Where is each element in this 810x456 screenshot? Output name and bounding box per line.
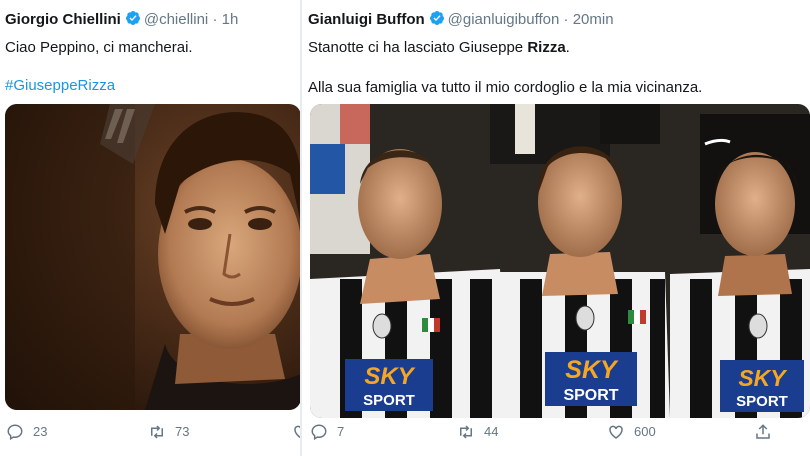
- sponsor-badge-center: SKY SPORT: [545, 352, 637, 406]
- reply-button[interactable]: 7: [310, 423, 344, 441]
- text-prefix: Stanotte ci ha lasciato Giuseppe: [308, 39, 528, 56]
- share-icon: [756, 424, 770, 439]
- reply-button[interactable]: 23: [6, 423, 47, 441]
- tweet-photo[interactable]: [5, 104, 300, 410]
- reply-icon: [311, 424, 327, 441]
- author-handle[interactable]: @gianluigibuffon: [448, 11, 560, 28]
- tweet-header: Giorgio Chiellini @chiellini · 1h: [5, 10, 238, 28]
- tweet-photo[interactable]: SKY SPORT SKY SPORT SKY SPORT: [310, 104, 810, 418]
- share-button[interactable]: [754, 423, 781, 441]
- retweet-button[interactable]: 73: [148, 423, 189, 441]
- tweet-text: Ciao Peppino, ci mancherai.: [5, 39, 193, 56]
- heart-icon: [294, 425, 300, 439]
- sponsor-badge-left: SKY SPORT: [345, 359, 433, 411]
- svg-text:SKY: SKY: [738, 365, 788, 391]
- svg-text:SKY: SKY: [565, 356, 619, 384]
- hashtag-link[interactable]: #GiuseppeRizza: [5, 76, 115, 96]
- portrait-image: [5, 104, 300, 410]
- author-name[interactable]: Giorgio Chiellini: [5, 11, 121, 28]
- retweet-count: 73: [175, 424, 190, 439]
- tweet-time[interactable]: 20min: [573, 11, 614, 28]
- retweet-count: 44: [484, 424, 499, 439]
- text-suffix: .: [565, 39, 570, 56]
- tweet-text-line1: Stanotte ci ha lasciato Giuseppe Rizza.: [308, 38, 570, 58]
- author-handle[interactable]: @chiellini: [144, 11, 208, 28]
- svg-text:SPORT: SPORT: [363, 392, 415, 409]
- separator-dot: ·: [563, 11, 569, 28]
- reply-count: 7: [337, 424, 345, 439]
- reply-icon: [7, 424, 23, 441]
- tweet-buffon[interactable]: Gianluigi Buffon @gianluigibuffon · 20min…: [302, 0, 810, 456]
- like-button[interactable]: 600: [607, 423, 656, 441]
- tweet-header: Gianluigi Buffon @gianluigibuffon · 20min: [308, 10, 614, 28]
- like-button-partial[interactable]: [292, 423, 300, 441]
- tweet-text-line2: Alla sua famiglia va tutto il mio cordog…: [308, 79, 703, 96]
- svg-text:SPORT: SPORT: [736, 393, 788, 410]
- like-count: 600: [634, 424, 656, 439]
- text-bold-name: Rizza: [527, 39, 566, 56]
- tweet-actions: 23 73: [0, 423, 300, 449]
- retweet-button[interactable]: 44: [457, 423, 498, 441]
- team-photo-image: SKY SPORT SKY SPORT SKY SPORT: [310, 104, 810, 418]
- verified-badge-icon: [429, 11, 444, 25]
- tweet-actions: 7 44 600: [302, 423, 810, 449]
- retweet-icon: [151, 425, 163, 439]
- tweet-chiellini[interactable]: Giorgio Chiellini @chiellini · 1h Ciao Pe…: [0, 0, 300, 456]
- reply-count: 23: [33, 424, 48, 439]
- verified-badge-icon: [125, 11, 140, 25]
- heart-icon: [609, 425, 623, 439]
- svg-text:SKY: SKY: [364, 363, 415, 390]
- author-name[interactable]: Gianluigi Buffon: [308, 11, 425, 28]
- separator-dot: ·: [212, 11, 218, 28]
- svg-text:SPORT: SPORT: [563, 387, 618, 404]
- sponsor-badge-right: SKY SPORT: [720, 360, 804, 412]
- retweet-icon: [460, 425, 472, 439]
- tweet-time[interactable]: 1h: [222, 11, 239, 28]
